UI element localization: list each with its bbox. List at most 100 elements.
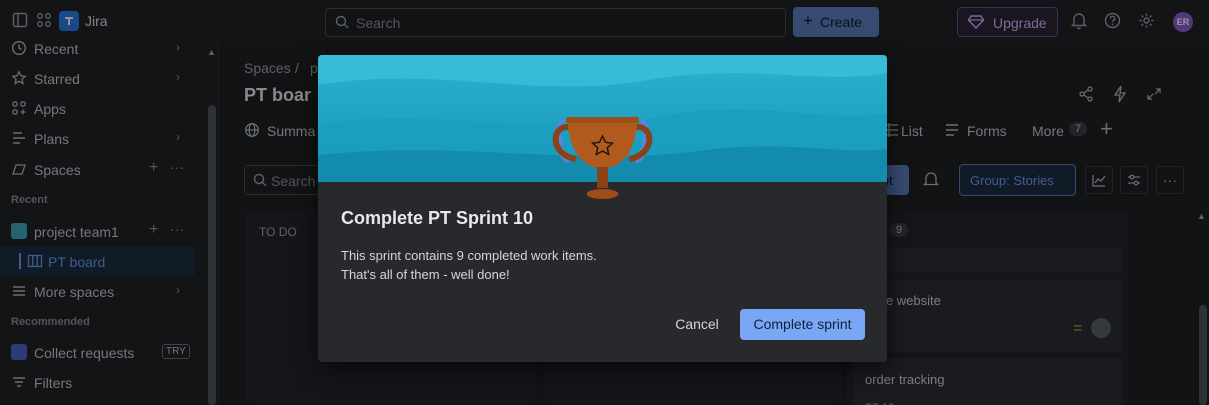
chevron-right-icon: › — [176, 130, 180, 144]
card-partial[interactable] — [853, 248, 1122, 272]
trophy-celebration-image — [318, 55, 887, 182]
board-search-input[interactable]: Search — [244, 165, 324, 195]
more-count-badge: 7 — [1069, 122, 1088, 136]
view-settings-icon[interactable] — [1120, 166, 1148, 194]
upgrade-button[interactable]: Upgrade — [957, 7, 1058, 37]
sidebar-item-project-team1[interactable]: project team1 + ··· — [0, 216, 205, 246]
sidebar-item-label: Plans — [34, 131, 70, 147]
priority-medium-icon: = — [1073, 320, 1083, 337]
create-button[interactable]: + Create — [793, 7, 879, 37]
sidebar-item-apps[interactable]: Apps — [0, 93, 205, 123]
project-avatar-icon — [11, 223, 27, 239]
recommended-section-header: Recommended — [11, 316, 90, 328]
sidebar-item-label: Starred — [34, 71, 80, 87]
list-icon — [885, 122, 899, 138]
sidebar-item-plans[interactable]: Plans › — [0, 123, 205, 153]
chart-icon[interactable] — [1085, 166, 1113, 194]
cancel-button[interactable]: Cancel — [667, 309, 727, 339]
done-count-badge: 9 — [890, 223, 909, 237]
insights-icon[interactable] — [922, 168, 940, 190]
globe-icon — [244, 122, 260, 138]
sidebar-item-label: Apps — [34, 101, 66, 117]
board-scroll-up-icon[interactable]: ▲ — [1197, 211, 1206, 221]
active-indicator — [19, 253, 21, 269]
search-icon — [253, 173, 267, 187]
tab-summary[interactable]: Summa — [267, 123, 315, 139]
breadcrumb-spaces[interactable]: Spaces — [244, 60, 291, 76]
user-avatar[interactable]: ER — [1173, 12, 1193, 32]
assignee-avatar[interactable] — [1091, 318, 1111, 338]
dialog-title: Complete PT Sprint 10 — [341, 208, 534, 228]
sidebar-item-label: Collect requests — [34, 345, 135, 361]
sidebar-item-label: Spaces — [34, 162, 81, 178]
sidebar: Recent › Starred › Apps Plans › Spaces +… — [0, 40, 219, 405]
sidebar-item-spaces[interactable]: Spaces + ··· — [0, 154, 205, 184]
add-tab-icon[interactable]: + — [1100, 116, 1113, 142]
chevron-right-icon: › — [176, 283, 180, 297]
recent-section-header: Recent — [11, 194, 48, 206]
search-icon — [335, 15, 349, 29]
fullscreen-icon[interactable] — [1141, 81, 1167, 107]
sidebar-toggle-icon[interactable] — [12, 12, 30, 30]
card[interactable]: order tracking PT-19 — [853, 358, 1122, 405]
notifications-bell-icon[interactable] — [1071, 12, 1089, 30]
gem-icon — [968, 15, 984, 29]
sidebar-item-pt-board[interactable]: PT board — [0, 246, 195, 276]
app-name[interactable]: Jira — [85, 13, 108, 29]
dialog-message-line2: That's all of them - well done! — [341, 267, 510, 282]
group-by-dropdown[interactable]: Group: Stories — [959, 164, 1076, 196]
board-search-placeholder: Search — [271, 173, 316, 189]
breadcrumb-separator: / — [295, 60, 299, 76]
try-badge: TRY — [162, 344, 190, 359]
settings-gear-icon[interactable] — [1138, 12, 1156, 30]
search-input[interactable]: Search — [325, 8, 786, 37]
tab-forms[interactable]: Forms — [967, 123, 1007, 139]
sidebar-item-filters[interactable]: Filters — [0, 367, 205, 397]
chevron-right-icon: › — [176, 40, 180, 54]
create-label: Create — [820, 14, 863, 30]
complete-sprint-button[interactable]: Complete sprint — [740, 309, 865, 340]
help-icon[interactable] — [1104, 12, 1122, 30]
scroll-up-icon[interactable]: ▲ — [207, 47, 216, 57]
search-placeholder: Search — [356, 15, 401, 31]
automation-bolt-icon[interactable] — [1107, 81, 1133, 107]
board-scrollbar[interactable] — [1199, 305, 1207, 405]
chevron-right-icon: › — [176, 70, 180, 84]
app-switcher-icon[interactable] — [36, 12, 54, 30]
group-by-label: Group: Stories — [970, 173, 1054, 188]
more-actions-icon[interactable]: ··· — [1156, 166, 1184, 194]
sidebar-item-label: PT board — [48, 254, 106, 270]
add-space-icon[interactable]: + — [149, 159, 158, 177]
complete-sprint-dialog: Complete PT Sprint 10 This sprint contai… — [318, 55, 887, 362]
trophy-base-icon — [586, 182, 619, 199]
sidebar-item-label: Recent — [34, 41, 79, 57]
plus-icon: + — [803, 11, 813, 30]
add-icon[interactable]: + — [149, 221, 158, 239]
column-title: TO DO — [259, 225, 297, 239]
upgrade-label: Upgrade — [993, 15, 1047, 31]
jira-logo-icon[interactable] — [59, 11, 79, 31]
tab-more[interactable]: More — [1032, 123, 1064, 139]
breadcrumb-project[interactable]: p — [310, 60, 318, 76]
sidebar-item-label: project team1 — [34, 224, 119, 240]
more-options-icon[interactable]: ··· — [170, 221, 184, 237]
card[interactable]: erize website T-25 = — [853, 279, 1122, 352]
share-icon[interactable] — [1073, 81, 1099, 107]
board-icon — [27, 253, 43, 269]
sidebar-scrollbar[interactable] — [208, 105, 216, 405]
tab-list[interactable]: List — [901, 123, 923, 139]
clock-icon — [11, 40, 27, 56]
apps-grid-icon — [11, 100, 27, 116]
column-done: 9 erize website T-25 = order tracking PT… — [847, 210, 1128, 405]
menu-lines-icon — [11, 283, 27, 299]
dialog-message-line1: This sprint contains 9 completed work it… — [341, 248, 597, 263]
collect-requests-icon — [11, 344, 27, 360]
more-options-icon[interactable]: ··· — [170, 159, 184, 175]
sidebar-item-starred[interactable]: Starred › — [0, 63, 205, 93]
sidebar-item-label: More spaces — [34, 284, 115, 300]
spaces-icon — [11, 161, 27, 177]
plans-icon — [11, 130, 27, 146]
sidebar-item-recent[interactable]: Recent › — [0, 33, 205, 63]
sidebar-item-collect-requests[interactable]: Collect requests TRY — [0, 337, 205, 367]
sidebar-item-more-spaces[interactable]: More spaces › — [0, 276, 205, 306]
